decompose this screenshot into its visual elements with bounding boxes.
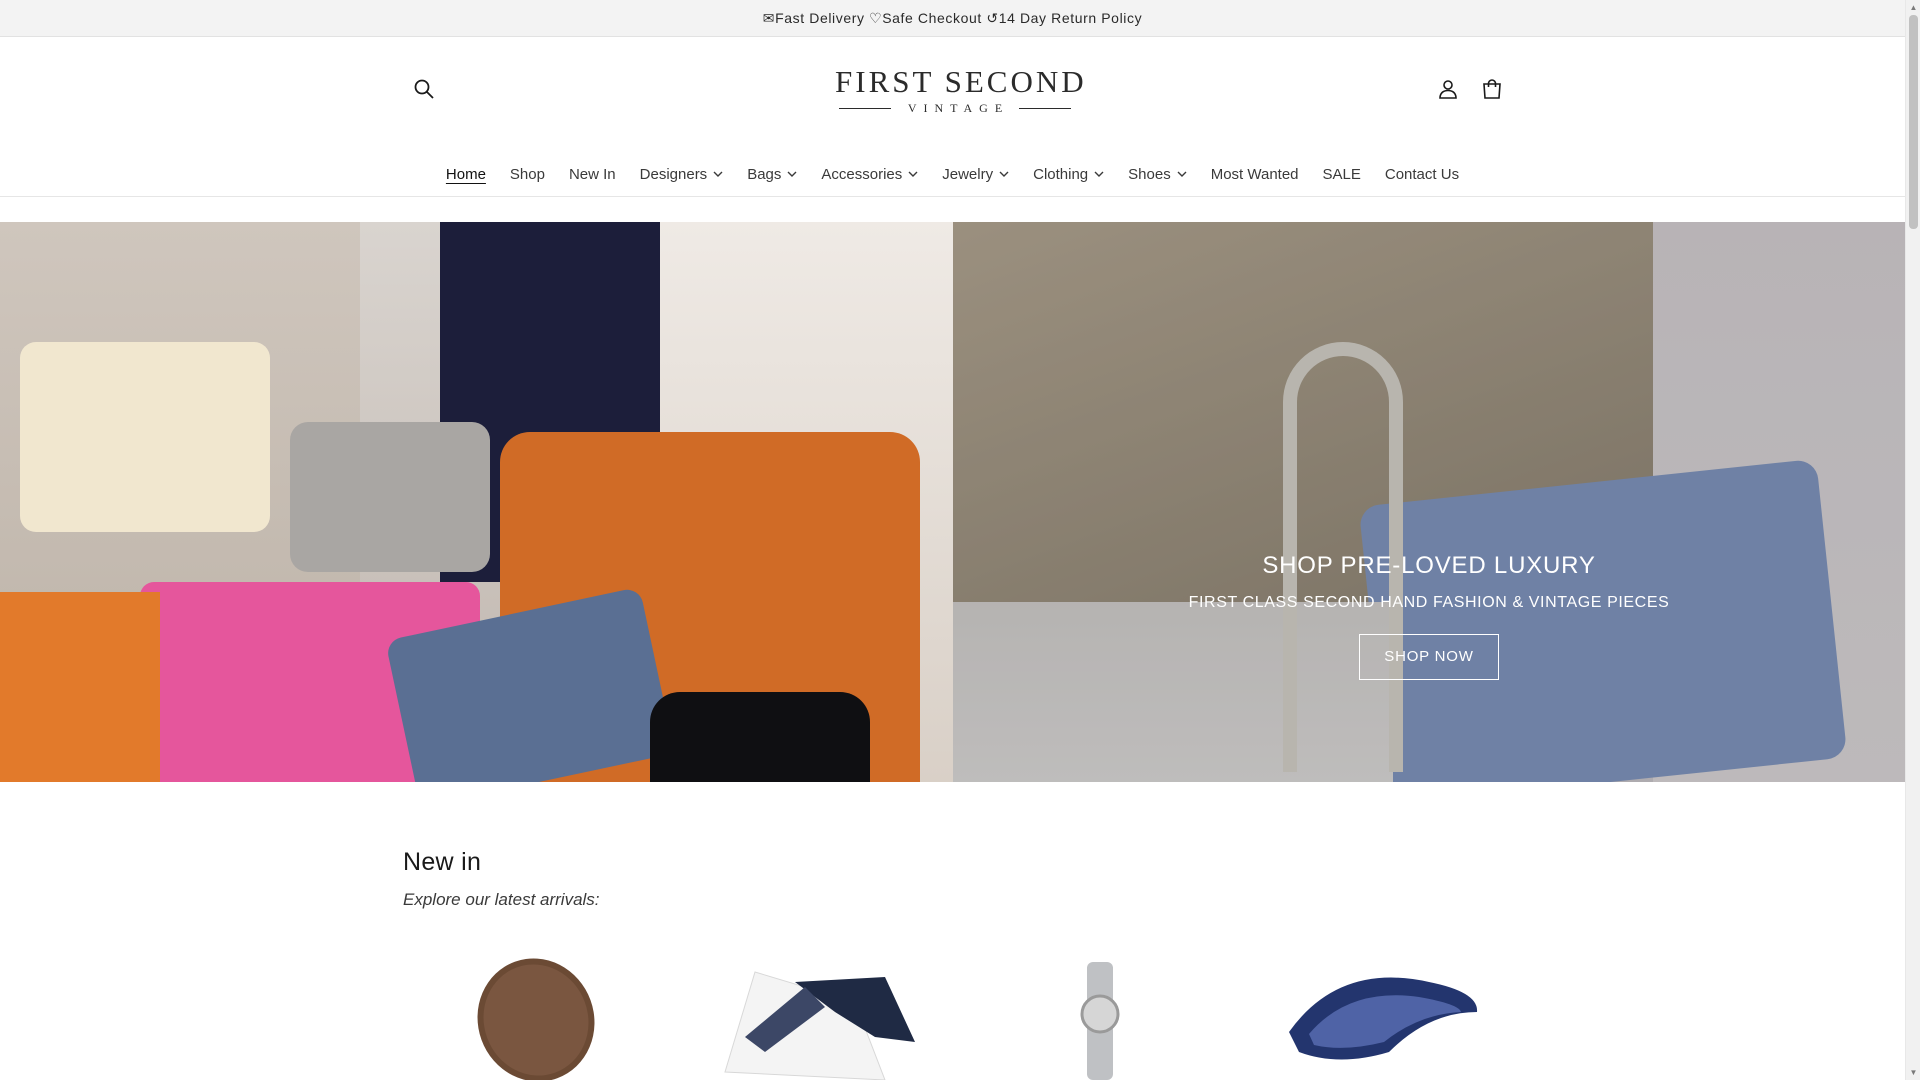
new-in-title: New in [403, 848, 482, 876]
product-image [1080, 962, 1120, 1080]
site-logo[interactable]: FIRST SECOND VINTAGE [835, 64, 1087, 125]
nav-item-label: Home [445, 165, 486, 183]
nav-item-label: Clothing [1033, 165, 1089, 183]
announcement-text: ✉Fast Delivery ♡Safe Checkout ↺14 Day Re… [762, 9, 1143, 26]
hero-overlay [953, 222, 1905, 782]
nav-item-label: Designers [639, 165, 708, 183]
site-header: FIRST SECOND VINTAGE Home Shop New In Desig… [0, 37, 1905, 197]
page-scrollbar[interactable]: ▲ ▼ [1905, 0, 1920, 1080]
product-card[interactable] [1249, 942, 1503, 1080]
hero-content: SHOP PRE-LOVED LUXURY FIRST CLASS SECOND… [953, 552, 1905, 680]
logo-sub-text: VINTAGE [907, 101, 1010, 115]
logo-divider-right [1019, 108, 1072, 109]
chevron-down-icon [787, 171, 797, 177]
account-icon[interactable] [1426, 67, 1470, 111]
logo-main-text: FIRST SECOND [835, 64, 1087, 99]
hero-banner: SHOP PRE-LOVED LUXURY FIRST CLASS SECOND… [0, 222, 1905, 782]
hero-image-accessories: SHOP PRE-LOVED LUXURY FIRST CLASS SECOND… [953, 222, 1905, 782]
scroll-up-icon[interactable]: ▲ [1906, 0, 1920, 15]
nav-item-sale[interactable]: SALE [1311, 159, 1373, 189]
chevron-down-icon [908, 171, 918, 177]
product-image [724, 971, 915, 1080]
page: ✉Fast Delivery ♡Safe Checkout ↺14 Day Re… [0, 0, 1905, 1080]
nav-item-label: Shoes [1128, 165, 1171, 183]
nav-item-label: Most Wanted [1210, 165, 1299, 183]
nav-item-label: Accessories [821, 165, 903, 183]
nav-item-most-wanted[interactable]: Most Wanted [1199, 159, 1311, 189]
product-image [1289, 977, 1478, 1060]
nav-item-clothing[interactable]: Clothing [1021, 159, 1116, 189]
product-card[interactable] [685, 942, 939, 1080]
nav-item-label: Bags [747, 165, 782, 183]
nav-item-contact-us[interactable]: Contact Us [1373, 159, 1471, 189]
product-image [477, 958, 595, 1080]
search-icon[interactable] [402, 67, 446, 111]
shop-now-button[interactable]: SHOP NOW [1359, 634, 1499, 680]
chevron-down-icon [1177, 171, 1187, 177]
nav-item-label: New In [568, 165, 616, 183]
nav-item-label: Contact Us [1384, 165, 1460, 183]
nav-item-designers[interactable]: Designers [628, 159, 736, 189]
hero-subtitle: FIRST CLASS SECOND HAND FASHION & VINTAG… [1188, 594, 1670, 611]
announcement-bar: ✉Fast Delivery ♡Safe Checkout ↺14 Day Re… [0, 0, 1905, 37]
nav-item-bags[interactable]: Bags [735, 159, 809, 189]
nav-item-label: Shop [509, 165, 545, 183]
main-nav: Home Shop New In Designers Bags Accessories Je… [0, 159, 1905, 189]
product-grid [403, 942, 1503, 1080]
logo-sub-row: VINTAGE [835, 101, 1075, 116]
chevron-down-icon [1094, 171, 1104, 177]
product-card[interactable] [403, 942, 657, 1080]
nav-item-shoes[interactable]: Shoes [1116, 159, 1199, 189]
nav-item-accessories[interactable]: Accessories [809, 159, 930, 189]
chevron-down-icon [713, 171, 723, 177]
nav-item-home[interactable]: Home [434, 159, 498, 189]
hero-image-bags [0, 222, 953, 782]
logo-divider-left [838, 108, 891, 109]
nav-item-new-in[interactable]: New In [557, 159, 628, 189]
nav-item-label: SALE [1322, 165, 1361, 183]
nav-item-label: Jewelry [942, 165, 994, 183]
product-card[interactable] [967, 942, 1221, 1080]
scroll-thumb[interactable] [1909, 15, 1918, 229]
chevron-down-icon [999, 171, 1009, 177]
nav-item-jewelry[interactable]: Jewelry [930, 159, 1021, 189]
new-in-subtitle: Explore our latest arrivals: [403, 890, 600, 909]
cart-icon[interactable] [1470, 67, 1514, 111]
nav-item-shop[interactable]: Shop [498, 159, 557, 189]
scroll-down-icon[interactable]: ▼ [1906, 1065, 1920, 1080]
hero-title: SHOP PRE-LOVED LUXURY [1262, 552, 1596, 579]
